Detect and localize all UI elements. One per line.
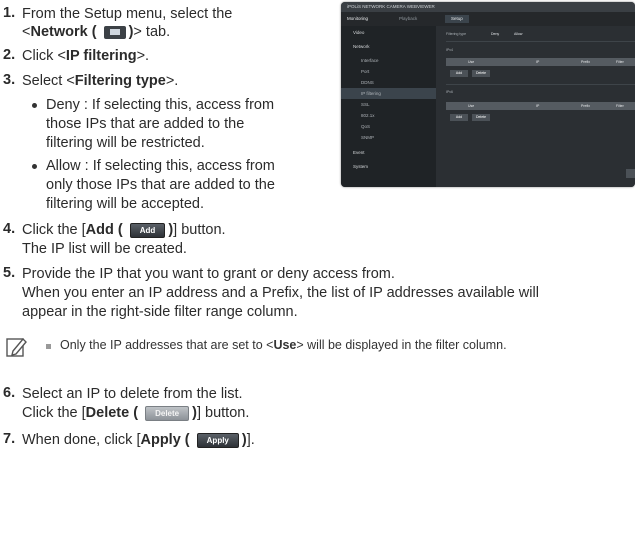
viewer-nav: Monitoring Playback Setup — [341, 12, 635, 26]
step-4-bold: Add ( — [85, 222, 123, 238]
col-prefix: Prefix — [581, 60, 590, 64]
allow-line-3: filtering will be accepted. — [46, 196, 204, 212]
step-4-line-2: The IP list will be created. — [22, 241, 187, 257]
ipv6-delete-button[interactable]: Delete — [472, 114, 490, 121]
ipv4-delete-button[interactable]: Delete — [472, 70, 490, 77]
side-event[interactable]: Event — [341, 146, 436, 160]
side-ddns[interactable]: DDNS — [341, 77, 436, 88]
allow-radio[interactable]: Allow — [514, 32, 522, 36]
step-6-line-2: Click the [Delete ( Delete)] button. — [22, 404, 249, 422]
step-3-pre: Select < — [22, 73, 75, 89]
ipv6-table-header: Use IP Prefix Filter — [446, 102, 635, 110]
allow-line-2: only those IPs that are added to the — [46, 177, 275, 193]
deny-line-1: Deny : If selecting this, access from — [46, 97, 275, 113]
separator — [446, 84, 635, 85]
bullet-dot — [32, 103, 37, 108]
step-7-bold: Apply ( — [140, 432, 190, 448]
delete-button: Delete — [145, 405, 190, 421]
step-6-bold: Delete ( — [85, 405, 139, 421]
step-2-line: Click <IP filtering>. — [22, 47, 149, 65]
col-filter: Filter — [616, 104, 624, 108]
col-ip: IP — [536, 60, 540, 64]
step-2-pre: Click < — [22, 48, 66, 64]
nav-setup[interactable]: Setup — [445, 15, 469, 23]
step-1-tab-text: > tab. — [133, 24, 171, 40]
step-5-line-2: When you enter an IP address and a Prefi… — [22, 285, 539, 301]
step-1-network-label: Network ( — [30, 24, 97, 40]
viewer-title: iPOLiS NETWORK CAMERA WEBVIEWER — [341, 2, 635, 12]
step-4-number: 4. — [3, 221, 16, 237]
col-use: Use — [468, 60, 475, 64]
note-text: Only the IP addresses that are set to <U… — [60, 338, 507, 352]
col-prefix: Prefix — [581, 104, 590, 108]
side-qos[interactable]: QoS — [341, 121, 436, 132]
side-8021x[interactable]: 802.1x — [341, 110, 436, 121]
bullet-dot — [32, 164, 37, 169]
side-snmp[interactable]: SNMP — [341, 132, 436, 143]
nav-playback[interactable]: Playback — [399, 15, 417, 23]
step-3-number: 3. — [3, 72, 16, 88]
ipv6-label: IPv6 — [446, 90, 454, 94]
step-5-line-1: Provide the IP that you want to grant or… — [22, 266, 395, 282]
note-bullet — [46, 344, 51, 349]
col-filter: Filter — [616, 60, 624, 64]
step-7-pre: When done, click [ — [22, 432, 141, 448]
col-ip: IP — [536, 104, 540, 108]
allow-line-1: Allow : If selecting this, access from — [46, 158, 275, 174]
step-7-line: When done, click [Apply ( Apply)]. — [22, 431, 255, 449]
step-5-line-3: appear in the right-side filter range co… — [22, 304, 298, 320]
step-2-post: >. — [136, 48, 150, 64]
side-interface[interactable]: Interface — [341, 55, 436, 66]
ipv4-label: IPv4 — [446, 48, 454, 52]
side-network[interactable]: Network — [341, 40, 436, 54]
monitor-icon — [103, 25, 126, 39]
note-pencil-icon — [6, 337, 27, 357]
step-3-line: Select <Filtering type>. — [22, 72, 178, 90]
setup-screenshot: iPOLiS NETWORK CAMERA WEBVIEWER Monitori… — [341, 2, 635, 187]
step-6-line-1: Select an IP to delete from the list. — [22, 386, 243, 402]
side-ip-filtering[interactable]: IP filtering — [341, 88, 436, 99]
ipv6-add-button[interactable]: Add — [450, 114, 468, 121]
ipv4-add-button[interactable]: Add — [450, 70, 468, 77]
viewer-sidebar: Video Network Interface Port DDNS IP fil… — [341, 26, 436, 187]
add-button: Add — [129, 222, 166, 238]
side-video[interactable]: Video — [341, 26, 436, 40]
step-4-line-1: Click the [Add ( Add)] button. — [22, 221, 226, 239]
step-7-number: 7. — [3, 431, 16, 447]
apply-button: Apply — [196, 432, 239, 448]
step-1-line-1: From the Setup menu, select the — [22, 6, 233, 22]
step-7-post: ]. — [246, 432, 255, 448]
note-post: > will be displayed in the filter column… — [296, 338, 507, 352]
step-2-number: 2. — [3, 47, 16, 63]
nav-monitoring[interactable]: Monitoring — [347, 15, 368, 23]
step-3-post: >. — [165, 73, 179, 89]
note-bold: Use — [273, 338, 297, 352]
ipv4-table-header: Use IP Prefix Filter — [446, 58, 635, 66]
deny-radio[interactable]: Deny — [491, 32, 499, 36]
step-4-pre: Click the [ — [22, 222, 86, 238]
note-pre: Only the IP addresses that are set to < — [60, 338, 274, 352]
side-ssl[interactable]: SSL — [341, 99, 436, 110]
side-system[interactable]: System — [341, 160, 436, 174]
deny-line-2: those IPs that are added to the — [46, 116, 245, 132]
viewer-main: Filtering type Deny Allow IPv4 Use IP Pr… — [436, 26, 635, 187]
step-5-number: 5. — [3, 265, 16, 281]
deny-line-3: filtering will be restricted. — [46, 135, 205, 151]
step-4-post: ] button. — [173, 222, 226, 238]
step-6-number: 6. — [3, 385, 16, 401]
apply-button-partial[interactable] — [626, 169, 635, 178]
side-port[interactable]: Port — [341, 66, 436, 77]
step-3-bold: Filtering type — [74, 73, 166, 89]
step-2-bold: IP filtering — [65, 48, 137, 64]
step-1-number: 1. — [3, 5, 16, 21]
filtering-type-label: Filtering type — [446, 32, 467, 36]
col-use: Use — [468, 104, 475, 108]
step-1-line-2: <Network ( )> tab. — [22, 23, 170, 41]
step-6-post: ] button. — [196, 405, 250, 421]
separator — [446, 41, 635, 42]
step-6-pre: Click the [ — [22, 405, 86, 421]
